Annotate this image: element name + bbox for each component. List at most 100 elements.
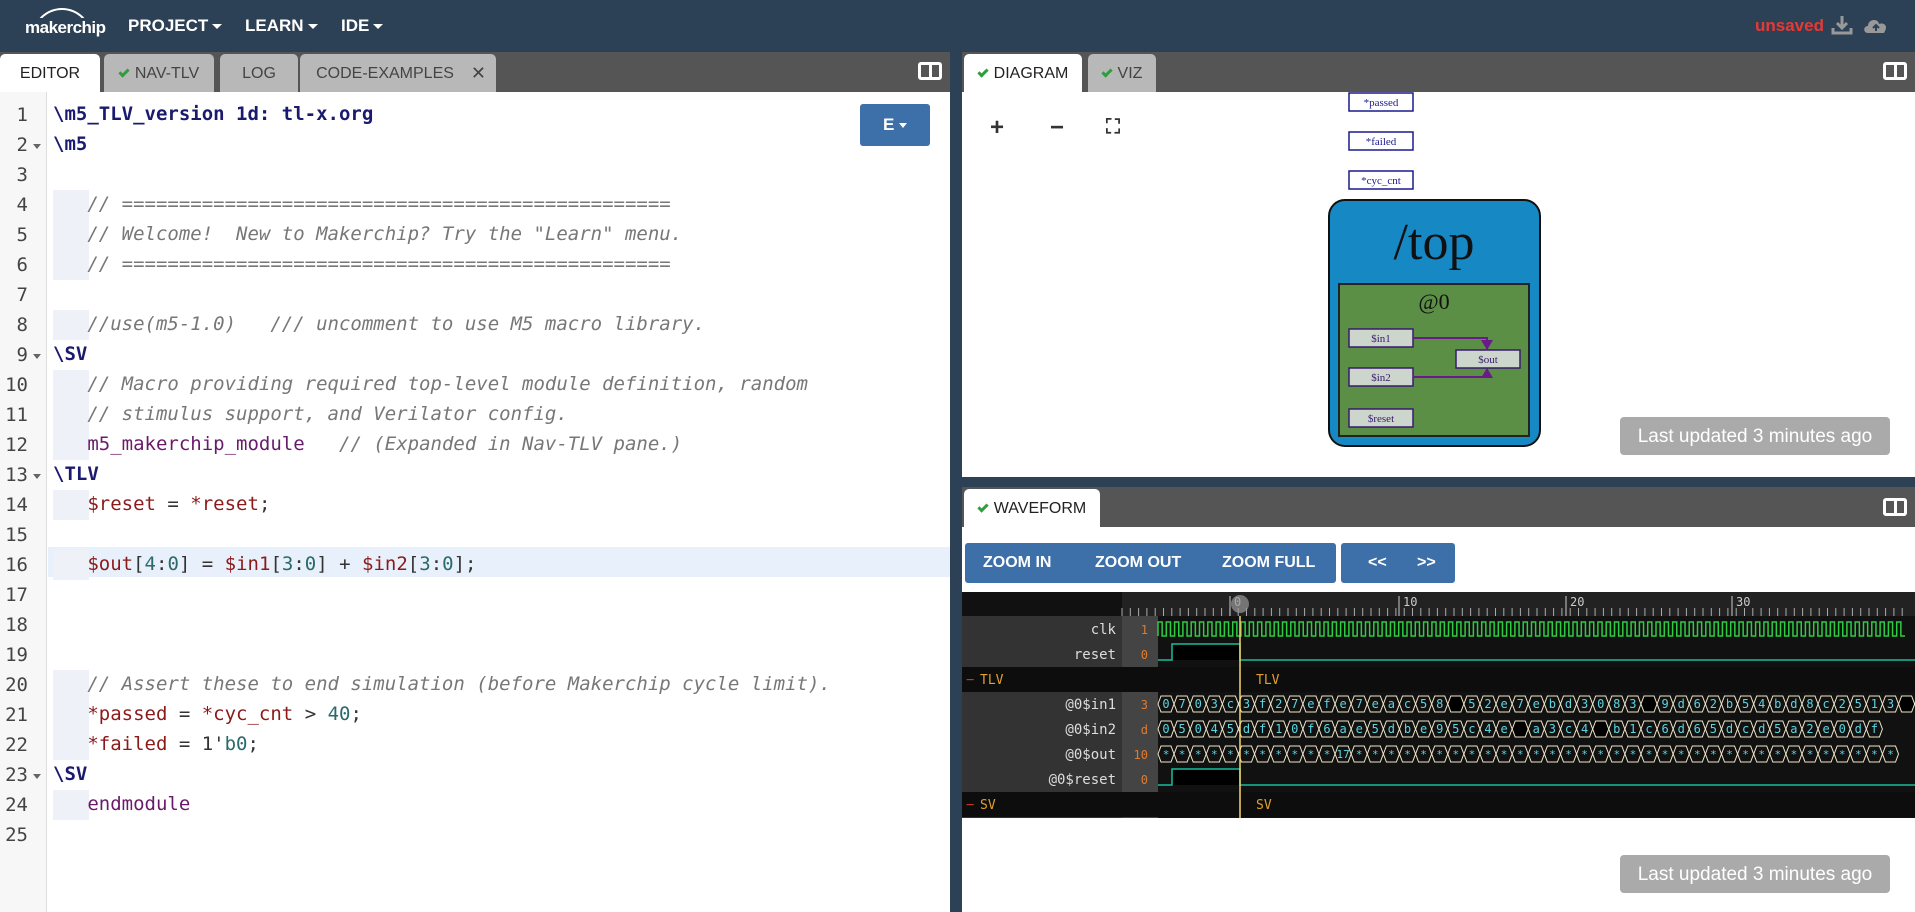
out-bus-value: * <box>1533 748 1540 761</box>
signal-name[interactable]: @0$in1 <box>1065 697 1116 713</box>
code-line[interactable]: //use(m5-1.0) /// uncomment to use M5 ma… <box>53 313 705 335</box>
out-bus-value: * <box>1791 748 1798 761</box>
code-line[interactable]: *passed = *cyc_cnt > 40; <box>53 703 362 725</box>
in1-bus-value: d <box>1790 697 1797 711</box>
zoom-out-button[interactable]: ZOOM OUT <box>1095 554 1181 572</box>
menu-project[interactable]: PROJECT <box>128 16 223 36</box>
chevron-down-icon <box>899 123 908 129</box>
in2-bus-value: 5 <box>1710 722 1717 736</box>
editor-mode-button[interactable]: E <box>860 104 930 146</box>
signal-group-label: SV <box>980 798 996 813</box>
waveform-canvas: 0102030clk1reset0−TLVTLV@0$in13@0$in2d@0… <box>962 592 1915 818</box>
signal-name[interactable]: @0$in2 <box>1065 722 1116 738</box>
code-line[interactable]: $reset = *reset; <box>53 493 270 515</box>
code-line[interactable]: m5_makerchip_module // (Expanded in Nav-… <box>53 433 682 455</box>
waveform-viewer[interactable]: 0102030clk1reset0−TLVTLV@0$in13@0$in2d@0… <box>962 592 1915 818</box>
signal-name[interactable]: @0$reset <box>1049 772 1116 788</box>
fold-arrow-icon[interactable] <box>33 354 41 359</box>
signal-name[interactable]: reset <box>1074 647 1116 663</box>
ruler-tick-label: 10 <box>1403 595 1417 609</box>
tab-editor[interactable]: EDITOR <box>0 54 100 92</box>
signal-group-row[interactable] <box>962 792 1915 817</box>
pane-divider[interactable] <box>950 52 962 912</box>
out-bus-value: * <box>1211 748 1218 761</box>
menu-ide[interactable]: IDE <box>341 16 384 36</box>
out-bus-value: * <box>1742 748 1749 761</box>
in1-bus-value: 2 <box>1484 697 1491 711</box>
code-editor[interactable]: 1 \m5_TLV_version 1d: tl-x.org 2 \m5 3 4 // =… <box>0 92 950 912</box>
scroll-right-button[interactable]: >> <box>1417 554 1436 572</box>
line-number: 21 <box>5 704 28 726</box>
waveform-nav-toolbar: << >> <box>1341 543 1455 583</box>
code-line[interactable]: // Welcome! New to Makerchip? Try the "L… <box>53 223 682 245</box>
code-line[interactable]: // Macro providing required top-level mo… <box>53 373 808 395</box>
out-bus-value: * <box>1565 748 1572 761</box>
close-icon[interactable]: ✕ <box>471 63 486 84</box>
reset0-waveform <box>1158 768 1915 786</box>
code-line[interactable]: \TLV <box>53 463 99 485</box>
signal-cyc-cnt-label: *cyc_cnt <box>1361 175 1401 187</box>
tab-nav-tlv[interactable]: NAV-TLV <box>104 54 214 92</box>
code-line[interactable]: // Assert these to end simulation (befor… <box>53 673 831 695</box>
code-line[interactable]: endmodule <box>53 793 190 815</box>
code-line[interactable]: // =====================================… <box>53 193 670 215</box>
horizontal-divider[interactable] <box>962 477 1915 487</box>
signal-group-row[interactable] <box>962 667 1915 692</box>
code-line[interactable]: \SV <box>53 343 87 365</box>
reset-high-region <box>1172 644 1240 660</box>
split-pane-icon[interactable] <box>1883 62 1907 80</box>
split-pane-icon[interactable] <box>918 62 942 80</box>
fold-arrow-icon[interactable] <box>33 474 41 479</box>
cloud-upload-icon[interactable] <box>1862 14 1890 36</box>
fold-arrow-icon[interactable] <box>33 144 41 149</box>
fold-arrow-icon[interactable] <box>33 774 41 779</box>
download-icon[interactable] <box>1830 14 1854 36</box>
save-status: unsaved <box>1755 16 1824 35</box>
zoom-full-button[interactable]: ZOOM FULL <box>1222 554 1315 572</box>
code-line[interactable]: *failed = 1'b0; <box>53 733 259 755</box>
out-bus-value: * <box>1887 748 1894 761</box>
code-line[interactable]: \SV <box>53 763 87 785</box>
line-number: 12 <box>5 434 28 456</box>
signal-name[interactable]: clk <box>1091 622 1117 638</box>
code-line[interactable]: $out[4:0] = $in1[3:0] + $in2[3:0]; <box>53 553 476 575</box>
in2-bus-value: b <box>1613 722 1620 736</box>
zoom-in-button[interactable]: ZOOM IN <box>983 554 1051 572</box>
code-line[interactable]: \m5_TLV_version 1d: tl-x.org <box>53 103 373 125</box>
out-bus-value: * <box>1774 748 1781 761</box>
in2-bus-value: 1 <box>1275 722 1282 736</box>
scroll-left-button[interactable]: << <box>1368 554 1387 572</box>
menu-learn-label: LEARN <box>245 16 304 35</box>
signal-value: d <box>1141 723 1148 737</box>
in1-bus-value: 3 <box>1629 697 1636 711</box>
menu-learn[interactable]: LEARN <box>245 16 318 36</box>
top-bar: makerchip PROJECT LEARN IDE unsaved <box>0 0 1915 52</box>
signal-value: 1 <box>1141 623 1148 637</box>
code-line[interactable]: \m5 <box>53 133 87 155</box>
line-number: 14 <box>5 494 28 516</box>
tab-diagram[interactable]: DIAGRAM <box>964 54 1082 92</box>
line-number: 18 <box>5 614 28 636</box>
out-bus-value: * <box>1807 748 1814 761</box>
tab-viz-label: VIZ <box>1117 65 1143 82</box>
tab-waveform[interactable]: WAVEFORM <box>964 489 1100 527</box>
line-number: 22 <box>5 734 28 756</box>
makerchip-logo[interactable]: makerchip <box>22 8 109 42</box>
tab-viz[interactable]: VIZ <box>1088 54 1156 92</box>
in2-bus-value: 0 <box>1162 722 1169 736</box>
code-line[interactable]: // =====================================… <box>53 253 670 275</box>
tab-log[interactable]: LOG <box>220 54 298 92</box>
chevron-down-icon <box>373 24 384 30</box>
tab-code-examples[interactable]: CODE-EXAMPLES ✕ <box>300 54 496 92</box>
collapse-toggle-icon[interactable]: − <box>966 797 974 813</box>
diagram-pane[interactable]: + − ⛶ *passed *failed *cyc_cnt /top @0 $… <box>962 92 1915 477</box>
clk-waveform <box>1157 621 1905 637</box>
cursor-handle[interactable] <box>1231 595 1249 613</box>
in2-bus-value: 0 <box>1195 722 1202 736</box>
split-pane-icon[interactable] <box>1883 498 1907 516</box>
signal-name[interactable]: @0$out <box>1065 747 1116 763</box>
code-line[interactable]: // stimulus support, and Verilator confi… <box>53 403 567 425</box>
collapse-toggle-icon[interactable]: − <box>966 672 974 688</box>
out-bus-value: * <box>1871 748 1878 761</box>
signal-failed-label: *failed <box>1366 136 1397 148</box>
